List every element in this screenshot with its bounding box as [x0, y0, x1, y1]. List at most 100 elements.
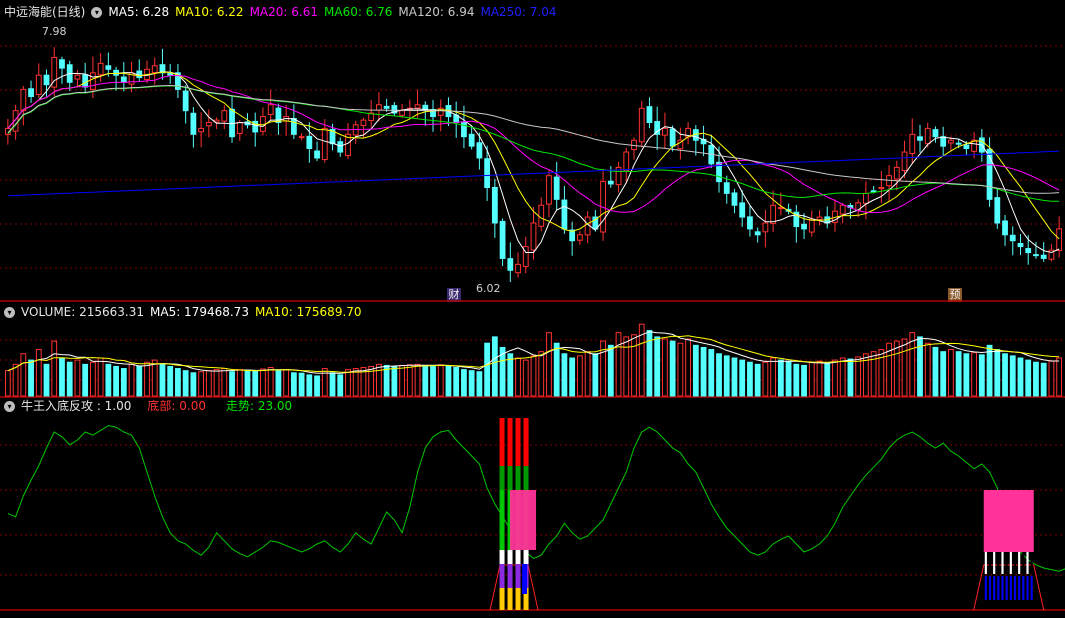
- volume-bar: [940, 351, 947, 397]
- volume-bar: [1002, 353, 1008, 397]
- volume-bar: [468, 370, 475, 397]
- signal-bar-blue: [522, 564, 528, 594]
- candle-body: [932, 129, 939, 138]
- volume-bar: [932, 346, 939, 397]
- volume-bar: [329, 372, 336, 397]
- candle-body: [801, 223, 807, 230]
- ma60-line: [7, 85, 1060, 202]
- candle-body: [561, 199, 568, 230]
- volume-bar: [793, 363, 800, 397]
- volume-bar: [113, 365, 119, 397]
- volume-bar: [576, 355, 583, 397]
- signal-bar-white: [1030, 552, 1033, 574]
- signal-bar-white: [499, 550, 505, 564]
- signal-bar-white: [1026, 552, 1029, 574]
- candle-body: [538, 204, 545, 227]
- candle-body: [808, 218, 815, 233]
- volume-bar: [716, 353, 722, 397]
- candle-body: [1033, 254, 1039, 257]
- volume-bar: [89, 361, 96, 397]
- candle-body: [646, 106, 653, 123]
- candle-body: [182, 90, 189, 112]
- candle-body: [35, 74, 42, 95]
- candle-body: [816, 216, 823, 221]
- signal-bar-blue: [1009, 576, 1012, 600]
- candle-body: [1025, 248, 1032, 254]
- candle-body: [151, 65, 158, 73]
- volume-bar: [986, 344, 993, 397]
- signal-bar-purple: [515, 564, 521, 588]
- signal-pink-block: [510, 490, 537, 550]
- signal-bar-green: [499, 466, 505, 490]
- candle-body: [484, 158, 491, 189]
- volume-bar: [739, 359, 746, 397]
- volume-bar: [453, 367, 460, 397]
- volume-bar: [175, 368, 181, 397]
- volume-bar: [855, 356, 862, 397]
- signal-bar-blue: [1018, 576, 1021, 600]
- candle-body: [924, 127, 931, 145]
- candle-body: [1040, 254, 1047, 259]
- signal-bar-blue: [1026, 576, 1029, 600]
- volume-bar: [151, 359, 158, 397]
- signal-bar-white: [515, 550, 521, 564]
- volume-bar: [723, 355, 730, 397]
- candle-body: [491, 186, 498, 224]
- candle-body: [623, 151, 630, 172]
- volume-bar: [530, 355, 537, 397]
- volume-bar: [1040, 362, 1047, 397]
- signal-bar-blue: [1022, 576, 1025, 600]
- candle-body: [28, 88, 34, 97]
- volume-bar: [592, 353, 599, 397]
- candle-body: [777, 207, 784, 210]
- candle-body: [607, 180, 614, 185]
- volume-bar: [476, 371, 483, 397]
- volume-bar: [561, 353, 568, 397]
- volume-bar: [816, 360, 823, 397]
- candle-body: [383, 105, 390, 109]
- signal-bar-green: [499, 490, 505, 550]
- signal-bar-white: [1009, 552, 1012, 574]
- volume-bar: [870, 351, 877, 397]
- candle-body: [399, 110, 405, 116]
- volume-bar: [484, 342, 491, 397]
- candle-body: [167, 72, 174, 76]
- volume-bar: [283, 369, 290, 397]
- candle-body: [113, 69, 119, 76]
- signal-bar-yellow: [515, 588, 521, 610]
- candle-body: [306, 135, 313, 149]
- candle-body: [862, 192, 869, 204]
- volume-bar: [306, 374, 313, 397]
- volume-bar: [12, 363, 19, 397]
- candle-body: [638, 107, 645, 143]
- candle-body: [546, 175, 552, 205]
- volume-bar: [1009, 355, 1016, 397]
- volume-bar: [847, 358, 854, 397]
- volume-bar: [994, 349, 1001, 397]
- volume-bar: [267, 367, 274, 397]
- candle-body: [468, 133, 475, 147]
- candle-body: [901, 151, 908, 172]
- volume-bar: [159, 363, 166, 397]
- candle-body: [940, 136, 947, 147]
- volume-bar: [97, 357, 104, 397]
- signal-bar-white: [984, 552, 987, 574]
- signal-bar-purple: [507, 564, 513, 588]
- volume-bar: [801, 364, 807, 397]
- volume-bar: [213, 369, 220, 397]
- volume-bar: [808, 361, 815, 397]
- candle-body: [731, 192, 738, 206]
- candle-body: [74, 74, 81, 80]
- candle-body: [198, 127, 205, 133]
- signal-bar-white: [1005, 552, 1008, 574]
- volume-bar: [1017, 357, 1024, 397]
- signal-bar-white: [993, 552, 996, 574]
- candle-body: [870, 190, 877, 193]
- volume-bar: [901, 338, 908, 397]
- signal-outline: [489, 564, 539, 611]
- volume-bar: [352, 368, 359, 397]
- signal-outline: [973, 564, 1045, 611]
- volume-bar: [654, 336, 661, 397]
- candle-body: [530, 222, 537, 251]
- candle-body: [948, 139, 954, 144]
